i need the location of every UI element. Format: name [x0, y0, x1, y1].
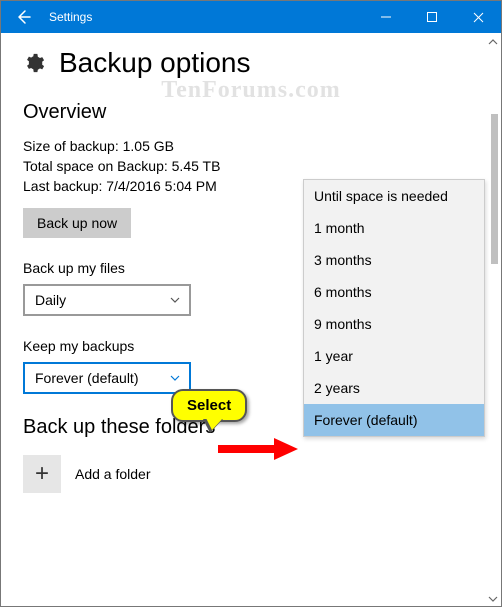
retention-option[interactable]: 2 years: [304, 372, 484, 404]
add-folder-row[interactable]: + Add a folder: [23, 455, 479, 493]
retention-options-list: Until space is needed 1 month 3 months 6…: [303, 179, 485, 437]
page-title: Backup options: [59, 47, 250, 79]
window-title: Settings: [45, 10, 92, 24]
titlebar: Settings: [1, 1, 501, 33]
retention-option[interactable]: 9 months: [304, 308, 484, 340]
gear-icon: [23, 52, 45, 74]
page-header: Backup options: [23, 47, 479, 79]
scroll-thumb[interactable]: [491, 114, 498, 264]
close-icon: [473, 12, 484, 23]
backup-now-button[interactable]: Back up now: [23, 208, 131, 238]
frequency-value: Daily: [35, 292, 66, 308]
plus-icon: +: [23, 455, 61, 493]
chevron-down-icon: [169, 372, 181, 384]
total-space-text: Total space on Backup: 5.45 TB: [23, 158, 479, 174]
minimize-icon: [381, 12, 391, 22]
scroll-up-button[interactable]: [485, 34, 500, 50]
close-button[interactable]: [455, 1, 501, 33]
annotation-callout: Select: [171, 389, 247, 422]
minimize-button[interactable]: [363, 1, 409, 33]
scroll-down-button[interactable]: [485, 591, 500, 607]
add-folder-label: Add a folder: [75, 466, 151, 482]
retention-option[interactable]: 6 months: [304, 276, 484, 308]
back-button[interactable]: [1, 1, 45, 33]
chevron-down-icon: [169, 294, 181, 306]
overview-heading: Overview: [23, 101, 479, 124]
backup-size-text: Size of backup: 1.05 GB: [23, 138, 479, 154]
chevron-up-icon: [488, 38, 498, 46]
retention-option[interactable]: Until space is needed: [304, 180, 484, 212]
retention-option[interactable]: 1 month: [304, 212, 484, 244]
maximize-icon: [427, 12, 437, 22]
vertical-scrollbar[interactable]: [485, 34, 500, 607]
frequency-dropdown[interactable]: Daily: [23, 284, 191, 316]
chevron-down-icon: [488, 595, 498, 603]
retention-option[interactable]: 3 months: [304, 244, 484, 276]
retention-option[interactable]: 1 year: [304, 340, 484, 372]
back-arrow-icon: [14, 8, 32, 26]
callout-text: Select: [187, 397, 231, 414]
maximize-button[interactable]: [409, 1, 455, 33]
annotation-arrow-icon: [218, 438, 298, 460]
retention-option-selected[interactable]: Forever (default): [304, 404, 484, 436]
retention-dropdown[interactable]: Forever (default): [23, 362, 191, 394]
retention-value: Forever (default): [35, 370, 138, 386]
